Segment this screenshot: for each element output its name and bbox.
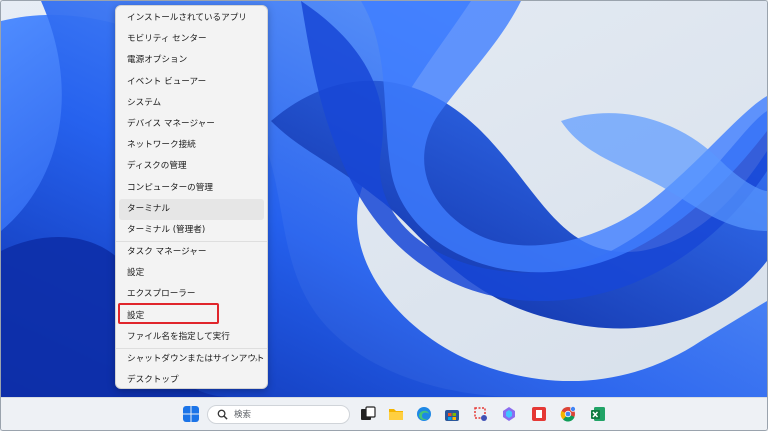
menu-item-shutdown-signout[interactable]: シャットダウンまたはサインアウト › bbox=[119, 349, 264, 370]
menu-item-terminal[interactable]: ターミナル bbox=[119, 198, 264, 220]
menu-item-power-options[interactable]: 電源オプション bbox=[119, 50, 264, 71]
search-placeholder: 検索 bbox=[234, 410, 252, 420]
task-view-icon[interactable] bbox=[360, 406, 376, 422]
menu-item-task-manager[interactable]: タスク マネージャー bbox=[119, 242, 264, 263]
menu-item-settings[interactable]: 設定 bbox=[119, 263, 264, 284]
menu-item-device-manager[interactable]: デバイス マネージャー bbox=[119, 114, 264, 135]
store-icon[interactable] bbox=[444, 406, 460, 422]
menu-item-label: シャットダウンまたはサインアウト bbox=[127, 354, 264, 364]
menu-item-computer-management[interactable]: コンピューターの管理 bbox=[119, 178, 264, 199]
menu-item-run[interactable]: ファイル名を指定して実行 bbox=[119, 327, 264, 348]
start-context-menu: インストールされているアプリ モビリティ センター 電源オプション イベント ビ… bbox=[115, 5, 268, 389]
menu-item-terminal-admin[interactable]: ターミナル (管理者) bbox=[119, 220, 264, 241]
menu-item-mobility-center[interactable]: モビリティ センター bbox=[119, 29, 264, 50]
menu-item-disk-management[interactable]: ディスクの管理 bbox=[119, 156, 264, 177]
taskbar: 検索 bbox=[1, 397, 767, 430]
chrome-icon[interactable] bbox=[560, 406, 576, 422]
screen: インストールされているアプリ モビリティ センター 電源オプション イベント ビ… bbox=[0, 0, 768, 431]
search-icon bbox=[217, 409, 228, 420]
app-icon[interactable] bbox=[531, 406, 547, 422]
menu-item-file-explorer[interactable]: エクスプローラー bbox=[119, 284, 264, 305]
snipping-tool-icon[interactable] bbox=[473, 406, 489, 422]
chevron-right-icon: › bbox=[254, 355, 258, 364]
edge-icon[interactable] bbox=[416, 406, 432, 422]
excel-icon[interactable] bbox=[590, 406, 606, 422]
copilot-icon[interactable] bbox=[501, 406, 517, 422]
menu-item-installed-apps[interactable]: インストールされているアプリ bbox=[119, 8, 264, 29]
file-explorer-icon[interactable] bbox=[388, 406, 404, 422]
menu-item-search[interactable]: 設定 bbox=[119, 306, 264, 327]
menu-item-event-viewer[interactable]: イベント ビューアー bbox=[119, 72, 264, 93]
menu-item-system[interactable]: システム bbox=[119, 93, 264, 114]
menu-item-network-connections[interactable]: ネットワーク接続 bbox=[119, 135, 264, 156]
windows-start-icon[interactable] bbox=[183, 406, 199, 422]
taskbar-search-box[interactable]: 検索 bbox=[207, 405, 350, 424]
menu-item-desktop[interactable]: デスクトップ bbox=[119, 370, 264, 391]
